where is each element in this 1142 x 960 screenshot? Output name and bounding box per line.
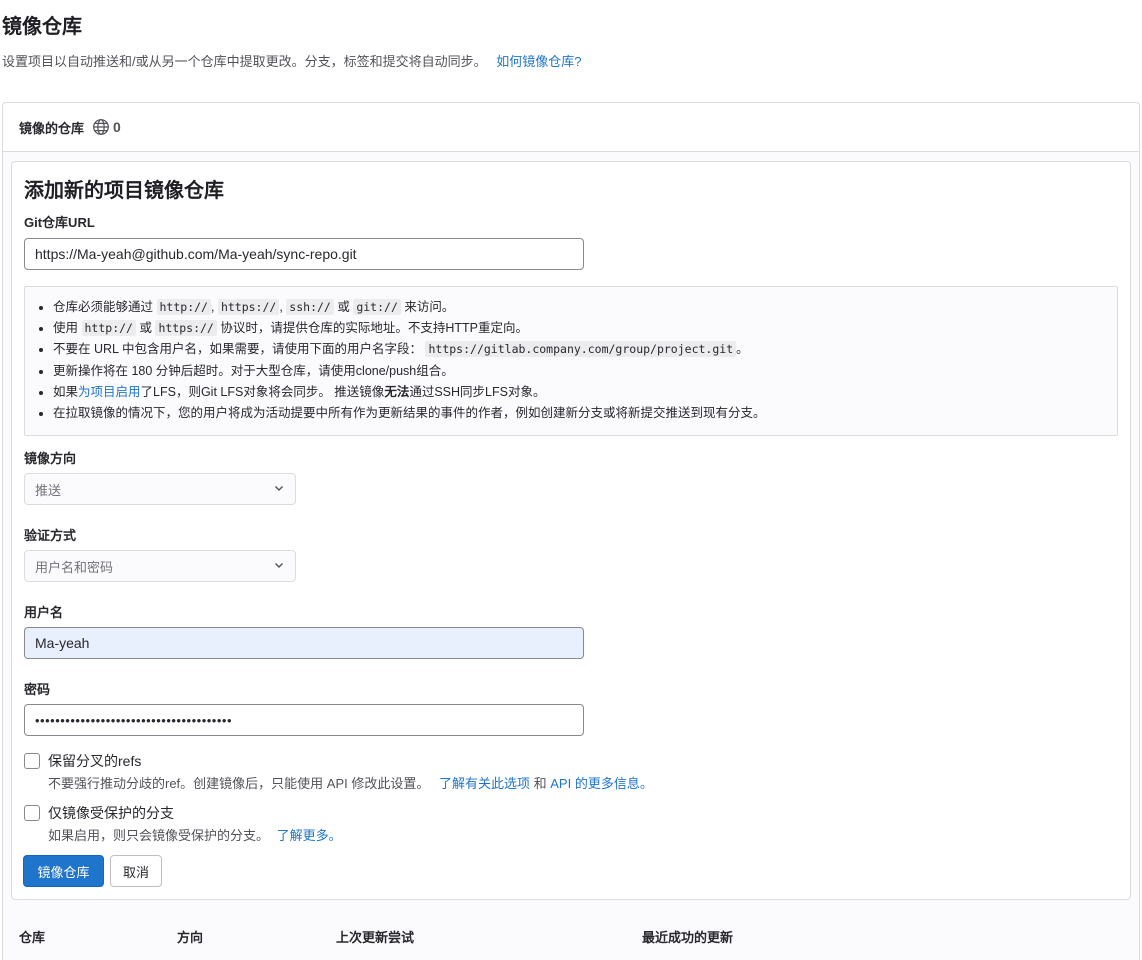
code-http: http:// — [156, 299, 211, 315]
hint-text: 使用 — [53, 321, 79, 336]
git-url-input[interactable]: https://Ma-yeah@github.com/Ma-yeah/sync-… — [24, 238, 584, 270]
hint-text: 在拉取镜像的情况下，您的用户将成为活动提要中所有作为更新结果的事件的作者，例如创… — [53, 405, 766, 420]
hint-text: 通过SSH同步LFS对象。 — [409, 384, 546, 399]
learn-more-link[interactable]: 了解更多。 — [277, 828, 342, 843]
hint-text: 仓库必须能够通过 — [53, 300, 154, 314]
keep-refs-help-text: 不要强行推动分歧的ref。创建镜像后，只能使用 API 修改此设置。 — [48, 776, 430, 791]
hint-text: 不要在 URL 中包含用户名，如果需要，请使用下面的用户名字段： — [53, 342, 422, 357]
protected-branches-row: 仅镜像受保护的分支 如果启用，则只会镜像受保护的分支。 了解更多。 — [24, 804, 342, 844]
hint-sep: , — [210, 300, 215, 314]
card-header-title: 镜像的仓库 — [19, 120, 85, 136]
hint-item: 仓库必须能够通过 http://, https://, ssh:// 或 git… — [53, 297, 1117, 318]
direction-value: 推送 — [35, 482, 62, 498]
mirror-repository-button[interactable]: 镜像仓库 — [23, 855, 104, 887]
hint-item: 更新操作将在 180 分钟后超时。对于大型仓库，请使用clone/push组合。 — [53, 361, 1117, 382]
code-http: http:// — [81, 320, 136, 337]
hint-bold: 无法 — [384, 384, 410, 399]
auth-method-select[interactable]: 用户名和密码 — [24, 550, 296, 582]
direction-label: 镜像方向 — [24, 451, 77, 466]
protected-help-text: 如果启用，则只会镜像受保护的分支。 — [48, 828, 270, 843]
learn-option-link[interactable]: 了解有关此选项 — [439, 776, 530, 791]
keep-refs-help: 不要强行推动分歧的ref。创建镜像后，只能使用 API 修改此设置。 了解有关此… — [48, 773, 653, 792]
help-link[interactable]: 如何镜像仓库? — [496, 54, 581, 69]
card-header: 镜像的仓库 0 — [3, 103, 1139, 152]
auth-label: 验证方式 — [24, 528, 77, 543]
username-input[interactable]: Ma-yeah — [24, 627, 584, 659]
api-info-link[interactable]: API 的更多信息。 — [550, 776, 653, 791]
hint-item: 如果为项目启用了LFS，则Git LFS对象将会同步。 推送镜像无法通过SSH同… — [53, 382, 1117, 403]
password-input[interactable]: ••••••••••••••••••••••••••••••••••••••• — [24, 704, 584, 736]
username-label: 用户名 — [24, 605, 64, 620]
username-value: Ma-yeah — [35, 635, 90, 651]
protected-branches-checkbox[interactable] — [24, 805, 40, 821]
hint-text: 来访问。 — [404, 300, 455, 314]
column-last-attempt: 上次更新尝试 — [336, 930, 415, 945]
password-label: 密码 — [24, 682, 51, 697]
hint-item: 在拉取镜像的情况下，您的用户将成为活动提要中所有作为更新结果的事件的作者，例如创… — [53, 403, 1117, 424]
protected-help: 如果启用，则只会镜像受保护的分支。 了解更多。 — [48, 825, 342, 844]
code-https: https:// — [217, 299, 280, 315]
globe-icon — [92, 118, 110, 136]
enable-lfs-link[interactable]: 为项目启用 — [78, 385, 141, 399]
direction-select[interactable]: 推送 — [24, 473, 296, 505]
hint-item: 使用 http:// 或 https:// 协议时，请提供仓库的实际地址。不支持… — [53, 318, 1117, 339]
mirrors-table-header: 仓库 方向 上次更新尝试 最近成功的更新 — [3, 927, 1139, 947]
keep-divergent-refs-row: 保留分叉的refs 不要强行推动分歧的ref。创建镜像后，只能使用 API 修改… — [24, 752, 653, 792]
hint-sep: , — [279, 300, 283, 314]
column-direction: 方向 — [177, 930, 204, 945]
url-label: Git仓库URL — [24, 215, 95, 230]
mirrored-repos-card: 镜像的仓库 0 添加新的项目镜像仓库 Git仓库URL https://Ma-y… — [2, 102, 1140, 960]
hint-box: 仓库必须能够通过 http://, https://, ssh:// 或 git… — [24, 286, 1118, 436]
code-git: git:// — [353, 299, 401, 315]
column-repository: 仓库 — [19, 930, 46, 945]
git-url-value: https://Ma-yeah@github.com/Ma-yeah/sync-… — [35, 246, 357, 262]
code-https: https:// — [155, 320, 217, 337]
column-last-success: 最近成功的更新 — [642, 930, 734, 945]
keep-refs-label: 保留分叉的refs — [48, 753, 142, 769]
hint-item: 不要在 URL 中包含用户名，如果需要，请使用下面的用户名字段： https:/… — [53, 339, 1117, 360]
cancel-button[interactable]: 取消 — [110, 855, 162, 887]
chevron-down-icon — [273, 559, 285, 574]
password-value: ••••••••••••••••••••••••••••••••••••••• — [35, 712, 232, 728]
hint-text: 或 — [139, 321, 152, 336]
add-mirror-form: 添加新的项目镜像仓库 Git仓库URL https://Ma-yeah@gith… — [11, 161, 1131, 900]
keep-divergent-refs-checkbox[interactable] — [24, 753, 40, 769]
hint-text: 更新操作将在 180 分钟后超时。对于大型仓库，请使用clone/push组合。 — [53, 363, 454, 378]
code-example-url: https://gitlab.company.com/group/project… — [425, 341, 737, 358]
chevron-down-icon — [273, 482, 285, 497]
code-ssh: ssh:// — [286, 299, 334, 315]
hint-text: 协议时，请提供仓库的实际地址。不支持HTTP重定向。 — [220, 321, 528, 336]
hint-text: 了LFS，则Git LFS对象将会同步。 推送镜像 — [140, 384, 385, 399]
hint-text: 。 — [736, 342, 749, 357]
form-title: 添加新的项目镜像仓库 — [24, 180, 224, 202]
hint-text: 如果 — [53, 384, 79, 399]
page-title: 镜像仓库 — [2, 16, 82, 38]
and-text: 和 — [533, 776, 547, 791]
auth-method-value: 用户名和密码 — [35, 559, 114, 575]
page-description: 设置项目以自动推送和/或从另一个仓库中提取更改。分支，标签和提交将自动同步。 如… — [2, 51, 581, 70]
mirror-count: 0 — [113, 119, 121, 135]
hint-text: 或 — [337, 300, 350, 314]
protected-label: 仅镜像受保护的分支 — [48, 805, 174, 821]
description-text: 设置项目以自动推送和/或从另一个仓库中提取更改。分支，标签和提交将自动同步。 — [2, 54, 487, 69]
